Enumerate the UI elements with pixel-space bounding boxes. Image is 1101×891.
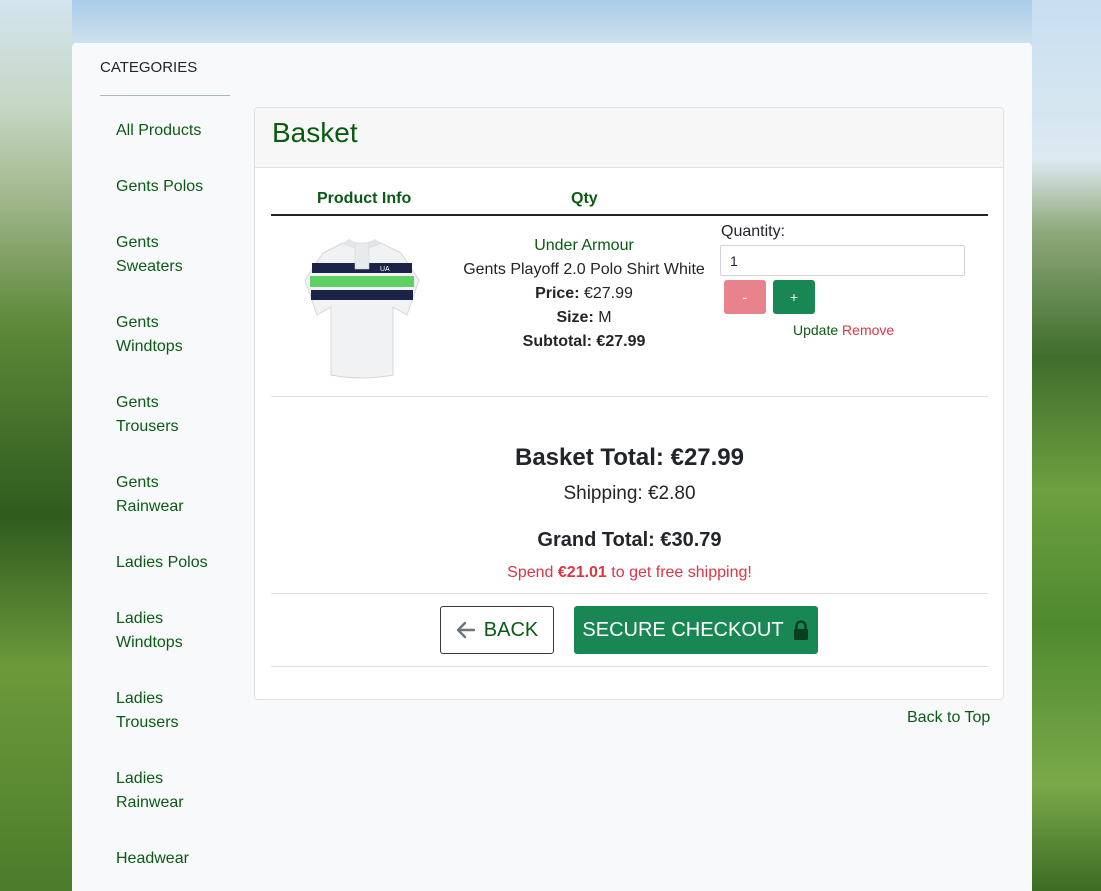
item-divider — [271, 396, 988, 397]
product-info: Under Armour Gents Playoff 2.0 Polo Shir… — [450, 234, 718, 354]
category-all-products[interactable]: All Products — [116, 119, 201, 143]
subtotal-label: Subtotal: — [522, 333, 592, 350]
category-gents-polos[interactable]: Gents Polos — [116, 175, 203, 199]
size-value: M — [598, 309, 612, 326]
svg-text:UA: UA — [380, 266, 390, 273]
product-size: Size: M — [450, 306, 718, 330]
quantity-input[interactable] — [720, 245, 965, 276]
category-gents-rainwear[interactable]: Gents Rainwear — [116, 471, 196, 519]
categories-divider — [100, 95, 230, 96]
free-ship-amount: €21.01 — [557, 564, 607, 581]
product-image-polo-shirt[interactable]: UA — [303, 235, 421, 380]
secure-checkout-label: SECURE CHECKOUT — [582, 618, 784, 641]
totals-divider — [271, 593, 988, 594]
category-gents-windtops[interactable]: Gents Windtops — [116, 311, 196, 359]
basket-card: Basket Product Info Qty UA Under Armour … — [254, 107, 1004, 700]
free-ship-suffix: to get free shipping! — [606, 564, 752, 581]
remove-link[interactable]: Remove — [842, 322, 894, 338]
decrease-quantity-button[interactable]: - — [724, 280, 766, 314]
product-subtotal: Subtotal: €27.99 — [450, 330, 718, 354]
column-header-qty: Qty — [571, 190, 598, 207]
free-shipping-message: Spend €21.01 to get free shipping! — [271, 564, 988, 582]
category-ladies-trousers[interactable]: Ladies Trousers — [116, 687, 196, 735]
category-ladies-polos[interactable]: Ladies Polos — [116, 551, 208, 575]
increase-quantity-button[interactable]: + — [773, 280, 815, 314]
product-price: Price: €27.99 — [450, 282, 718, 306]
grand-total: Grand Total: €30.79 — [537, 529, 722, 551]
product-brand: Under Armour — [534, 237, 634, 254]
categories-title: CATEGORIES — [100, 59, 198, 76]
update-link[interactable]: Update — [793, 322, 838, 338]
item-actions: Update Remove — [793, 322, 894, 338]
category-gents-trousers[interactable]: Gents Trousers — [116, 391, 196, 439]
category-gents-sweaters[interactable]: Gents Sweaters — [116, 231, 196, 279]
category-ladies-windtops[interactable]: Ladies Windtops — [116, 607, 196, 655]
free-ship-prefix: Spend — [507, 564, 558, 581]
quantity-label: Quantity: — [721, 223, 786, 240]
price-value: €27.99 — [583, 285, 633, 302]
shipping-cost: Shipping: €2.80 — [563, 483, 696, 504]
basket-title: Basket — [272, 117, 358, 148]
back-button[interactable]: BACK — [440, 606, 554, 654]
category-headwear[interactable]: Headwear — [116, 847, 189, 871]
checkout-divider — [271, 666, 988, 667]
background-sky — [72, 0, 1032, 43]
price-label: Price: — [535, 285, 580, 302]
lock-icon — [793, 620, 808, 640]
background-golf-course-left — [0, 0, 72, 891]
subtotal-value: €27.99 — [596, 333, 646, 350]
back-to-top-link[interactable]: Back to Top — [907, 709, 990, 727]
arrow-left-icon — [456, 621, 475, 639]
background-golf-course-right — [1032, 0, 1101, 891]
secure-checkout-button[interactable]: SECURE CHECKOUT — [574, 606, 818, 654]
table-header-divider — [271, 214, 988, 216]
product-name: Gents Playoff 2.0 Polo Shirt White — [463, 261, 705, 278]
basket-total: Basket Total: €27.99 — [515, 444, 744, 471]
back-button-label: BACK — [483, 618, 539, 641]
category-ladies-rainwear[interactable]: Ladies Rainwear — [116, 767, 196, 815]
column-header-product-info: Product Info — [317, 190, 412, 207]
size-label: Size: — [556, 309, 594, 326]
basket-header: Basket — [255, 108, 1003, 168]
